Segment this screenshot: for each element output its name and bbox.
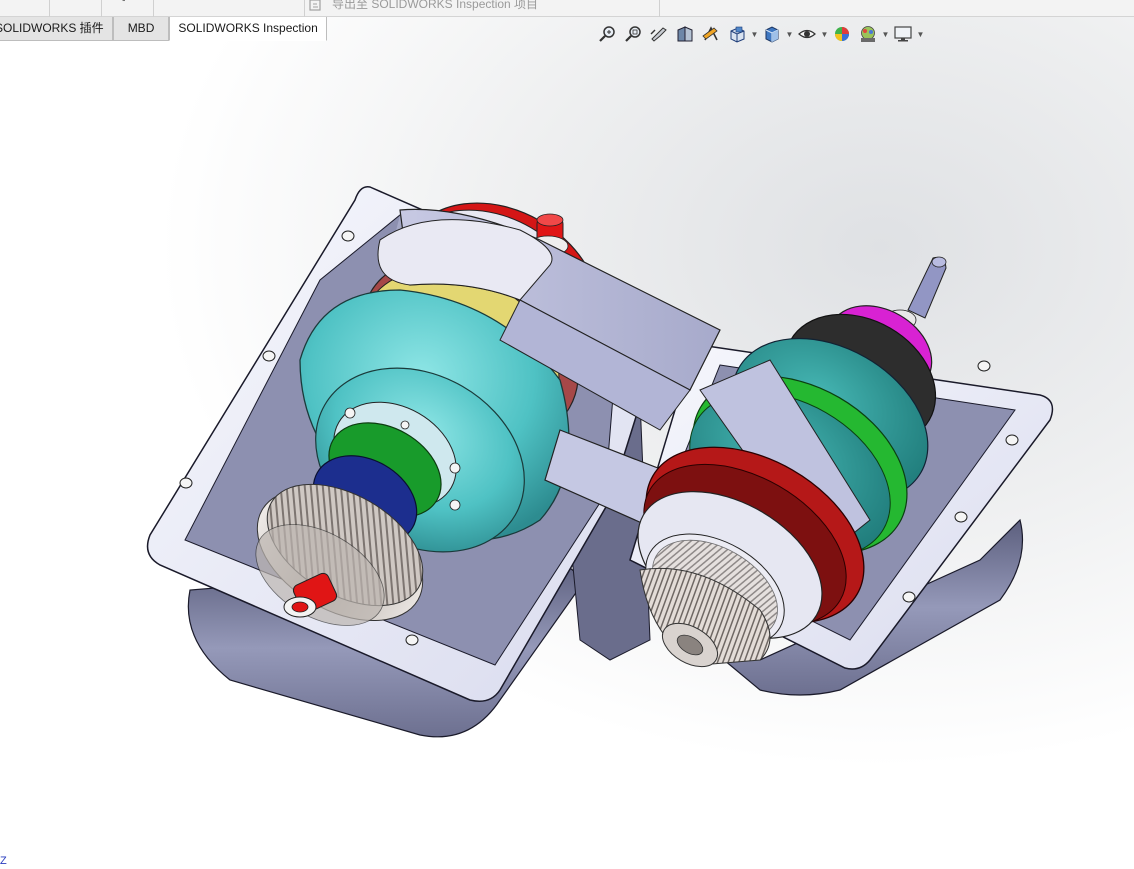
gearbox-assembly-model[interactable] xyxy=(0,0,1134,869)
triad-axis-label: Z xyxy=(0,855,7,867)
